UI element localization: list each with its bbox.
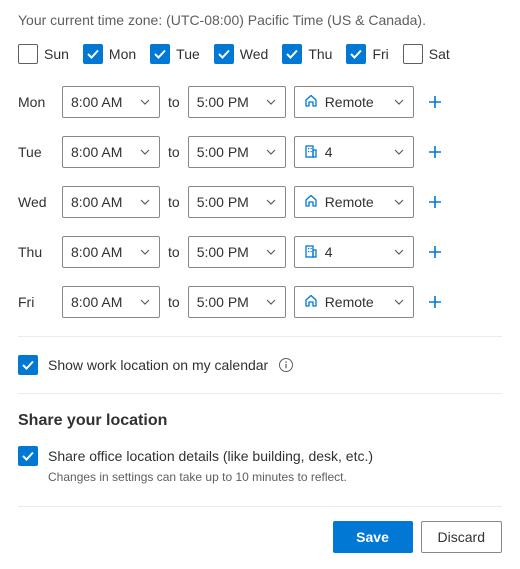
- schedule-day-label: Mon: [18, 94, 54, 110]
- start-time-dropdown[interactable]: 8:00 AM: [62, 286, 160, 318]
- location-dropdown[interactable]: 4: [294, 236, 414, 268]
- day-check-wed: Wed: [214, 44, 269, 64]
- end-time-dropdown[interactable]: 5:00 PM: [188, 86, 286, 118]
- divider: [18, 336, 502, 337]
- day-checkbox-sun[interactable]: [18, 44, 38, 64]
- show-location-row: Show work location on my calendar: [18, 355, 502, 375]
- end-time-value: 5:00 PM: [197, 294, 249, 310]
- schedule-row-fri: Fri 8:00 AM to 5:00 PM Remote: [18, 286, 502, 318]
- start-time-dropdown[interactable]: 8:00 AM: [62, 236, 160, 268]
- day-label: Sat: [429, 46, 450, 62]
- to-label: to: [168, 294, 180, 310]
- work-days-row: Sun Mon Tue Wed Thu Fri Sat: [18, 44, 502, 64]
- location-dropdown[interactable]: Remote: [294, 186, 414, 218]
- schedule-row-wed: Wed 8:00 AM to 5:00 PM Remote: [18, 186, 502, 218]
- location-dropdown[interactable]: Remote: [294, 286, 414, 318]
- schedule-day-label: Wed: [18, 194, 54, 210]
- add-time-button[interactable]: [422, 139, 448, 165]
- schedule-row-mon: Mon 8:00 AM to 5:00 PM Remote: [18, 86, 502, 118]
- end-time-dropdown[interactable]: 5:00 PM: [188, 186, 286, 218]
- day-checkbox-mon[interactable]: [83, 44, 103, 64]
- day-label: Wed: [240, 46, 269, 62]
- end-time-value: 5:00 PM: [197, 144, 249, 160]
- divider: [18, 393, 502, 394]
- day-checkbox-tue[interactable]: [150, 44, 170, 64]
- info-icon[interactable]: [278, 357, 294, 373]
- start-time-value: 8:00 AM: [71, 244, 122, 260]
- add-time-button[interactable]: [422, 189, 448, 215]
- schedule-list: Mon 8:00 AM to 5:00 PM Remote Tue 8:00 AM to 5:0…: [18, 86, 502, 318]
- building-icon: [303, 143, 319, 162]
- add-time-button[interactable]: [422, 289, 448, 315]
- start-time-dropdown[interactable]: 8:00 AM: [62, 136, 160, 168]
- share-location-title: Share your location: [18, 412, 502, 430]
- end-time-dropdown[interactable]: 5:00 PM: [188, 286, 286, 318]
- show-location-checkbox[interactable]: [18, 355, 38, 375]
- end-time-value: 5:00 PM: [197, 94, 249, 110]
- schedule-day-label: Tue: [18, 144, 54, 160]
- location-value: 4: [325, 244, 333, 260]
- home-icon: [303, 93, 319, 112]
- location-value: 4: [325, 144, 333, 160]
- location-value: Remote: [325, 194, 374, 210]
- share-details-checkbox[interactable]: [18, 446, 38, 466]
- day-label: Mon: [109, 46, 136, 62]
- day-checkbox-thu[interactable]: [282, 44, 302, 64]
- to-label: to: [168, 144, 180, 160]
- start-time-dropdown[interactable]: 8:00 AM: [62, 186, 160, 218]
- show-location-label: Show work location on my calendar: [48, 357, 268, 373]
- save-button[interactable]: Save: [333, 521, 413, 553]
- location-dropdown[interactable]: Remote: [294, 86, 414, 118]
- location-value: Remote: [325, 294, 374, 310]
- end-time-value: 5:00 PM: [197, 244, 249, 260]
- day-checkbox-fri[interactable]: [346, 44, 366, 64]
- start-time-dropdown[interactable]: 8:00 AM: [62, 86, 160, 118]
- location-value: Remote: [325, 94, 374, 110]
- home-icon: [303, 293, 319, 312]
- start-time-value: 8:00 AM: [71, 194, 122, 210]
- day-check-sun: Sun: [18, 44, 69, 64]
- to-label: to: [168, 94, 180, 110]
- day-checkbox-wed[interactable]: [214, 44, 234, 64]
- day-label: Fri: [372, 46, 388, 62]
- share-details-hint: Changes in settings can take up to 10 mi…: [48, 470, 502, 484]
- day-check-thu: Thu: [282, 44, 332, 64]
- add-time-button[interactable]: [422, 89, 448, 115]
- to-label: to: [168, 244, 180, 260]
- home-icon: [303, 193, 319, 212]
- schedule-day-label: Thu: [18, 244, 54, 260]
- share-details-row: Share office location details (like buil…: [18, 446, 502, 466]
- footer: Save Discard: [18, 506, 502, 553]
- schedule-row-thu: Thu 8:00 AM to 5:00 PM 4: [18, 236, 502, 268]
- add-time-button[interactable]: [422, 239, 448, 265]
- day-check-fri: Fri: [346, 44, 388, 64]
- start-time-value: 8:00 AM: [71, 144, 122, 160]
- day-checkbox-sat[interactable]: [403, 44, 423, 64]
- share-details-label: Share office location details (like buil…: [48, 448, 373, 464]
- timezone-text: Your current time zone: (UTC-08:00) Paci…: [18, 12, 502, 28]
- end-time-value: 5:00 PM: [197, 194, 249, 210]
- day-check-sat: Sat: [403, 44, 450, 64]
- schedule-row-tue: Tue 8:00 AM to 5:00 PM 4: [18, 136, 502, 168]
- day-label: Thu: [308, 46, 332, 62]
- start-time-value: 8:00 AM: [71, 94, 122, 110]
- start-time-value: 8:00 AM: [71, 294, 122, 310]
- day-label: Tue: [176, 46, 200, 62]
- schedule-day-label: Fri: [18, 294, 54, 310]
- day-check-mon: Mon: [83, 44, 136, 64]
- end-time-dropdown[interactable]: 5:00 PM: [188, 136, 286, 168]
- to-label: to: [168, 194, 180, 210]
- day-label: Sun: [44, 46, 69, 62]
- day-check-tue: Tue: [150, 44, 200, 64]
- building-icon: [303, 243, 319, 262]
- location-dropdown[interactable]: 4: [294, 136, 414, 168]
- end-time-dropdown[interactable]: 5:00 PM: [188, 236, 286, 268]
- discard-button[interactable]: Discard: [421, 521, 502, 553]
